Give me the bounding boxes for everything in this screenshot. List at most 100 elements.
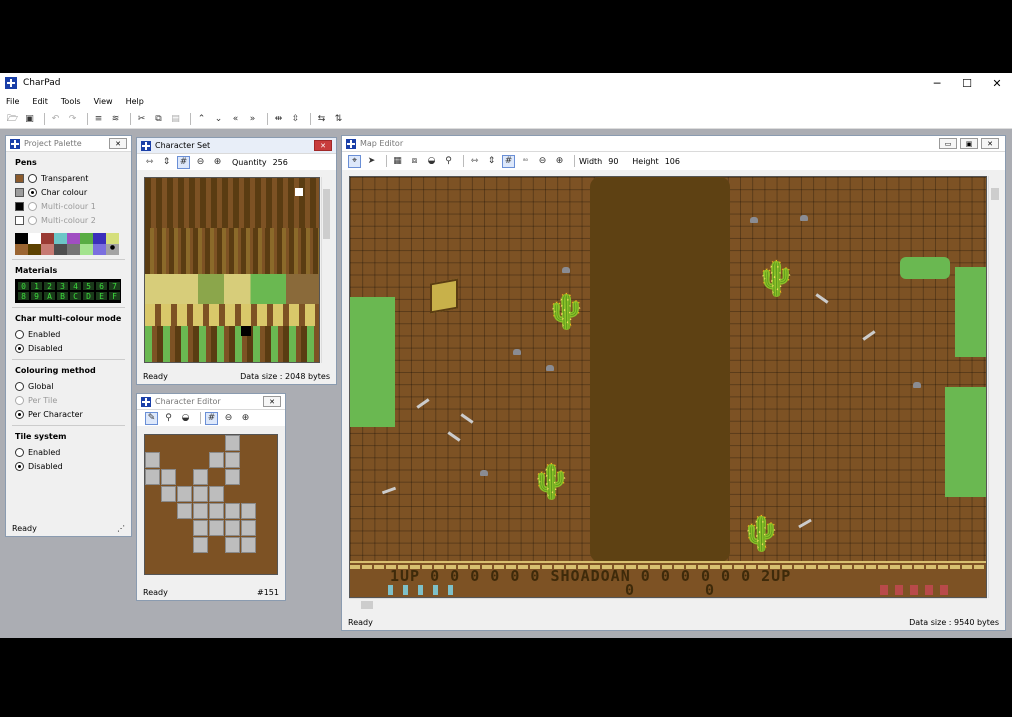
char-pixel[interactable] [209,520,224,536]
radio-button[interactable] [15,409,24,419]
material-cell[interactable]: C [69,291,82,301]
char-pixel[interactable] [161,486,176,502]
radio-button[interactable] [15,447,24,457]
palette-swatch[interactable] [28,233,41,244]
radio-button[interactable] [15,329,24,339]
colouring-per-character-radio[interactable]: Per Character [6,407,131,421]
palette-swatch[interactable] [15,233,28,244]
char-pixel[interactable] [209,486,224,502]
map-editor-minimize-button[interactable]: ▭ [939,138,957,149]
char-pixel[interactable] [145,452,160,468]
zoom-out-icon[interactable]: ⊖ [536,155,549,168]
menu-tools[interactable]: Tools [61,97,81,106]
palette-swatch[interactable] [54,244,67,255]
char-pixel[interactable] [193,486,208,502]
colouring-global-radio[interactable]: Global [6,379,131,393]
grid-icon[interactable]: # [502,154,515,168]
multicolour-enabled-radio[interactable]: Enabled [6,327,131,341]
character-set-scrollbar[interactable] [321,177,331,363]
material-cell[interactable]: 9 [30,291,43,301]
resize-grip-icon[interactable]: ⋰ [117,524,125,533]
radio-button[interactable] [15,381,24,391]
flip-vertical-icon[interactable]: ⇳ [289,112,302,125]
material-cell[interactable]: F [108,291,121,301]
quantity-value[interactable]: 256 [273,158,288,167]
radio-button[interactable] [28,173,37,183]
swap-horizontal-icon[interactable]: ⇆ [315,112,328,125]
char-pixel[interactable] [209,503,224,519]
colouring-per-tile-radio[interactable]: Per Tile [6,393,131,407]
map-editor-restore-button[interactable]: ▣ [960,138,978,149]
tile-disabled-radio[interactable]: Disabled [6,459,131,473]
pencil-icon[interactable]: ✎ [145,411,158,425]
material-cell[interactable]: 0 [17,281,30,291]
char-pixel[interactable] [193,520,208,536]
material-cell[interactable]: 1 [30,281,43,291]
fill-icon[interactable]: ◒ [179,412,192,425]
char-pixel[interactable] [177,503,192,519]
char-pixel[interactable] [225,503,240,519]
palette-swatch[interactable] [41,233,54,244]
crosshair-icon[interactable]: ⌖ [348,154,361,168]
char-pixel[interactable] [241,537,256,553]
flip-h-icon[interactable]: ⇿ [143,156,156,169]
zigzag-icon[interactable]: ≋ [109,112,122,125]
radio-button[interactable] [28,215,37,225]
char-pixel[interactable] [209,452,224,468]
fill-icon[interactable]: ◒ [425,155,438,168]
character-set-canvas[interactable] [144,177,320,363]
redo-icon[interactable]: ↷ [66,112,79,125]
zoom-in-icon[interactable]: ⊕ [211,156,224,169]
pen-swatch[interactable] [15,201,24,211]
character-set-titlebar[interactable]: Character Set ✕ [137,138,336,154]
material-cell[interactable]: 7 [108,281,121,291]
char-pixel[interactable] [225,469,240,485]
material-cell[interactable]: B [56,291,69,301]
map-horizontal-scrollbar[interactable] [349,598,987,610]
paste-icon[interactable]: ▤ [169,112,182,125]
char-pixel[interactable] [225,520,240,536]
pen-swatch[interactable] [15,187,24,197]
palette-swatch[interactable] [106,233,119,244]
char-pixel[interactable] [193,503,208,519]
palette-swatch[interactable] [93,233,106,244]
map-canvas[interactable]: 🌵 🌵 🌵 🌵 1UP 0 0 0 0 0 0 SHOADOAN 0 0 0 0… [349,176,987,598]
zoom-out-icon[interactable]: ⊖ [194,156,207,169]
pen-swatch[interactable] [15,173,24,183]
menu-view[interactable]: View [94,97,113,106]
eyedropper-icon[interactable]: ⚲ [442,155,455,168]
pick-icon[interactable]: ⧈ [408,155,421,168]
radio-button[interactable] [28,187,37,197]
palette-swatch[interactable] [41,244,54,255]
palette-swatch[interactable] [67,233,80,244]
save-icon[interactable]: ▣ [23,112,36,125]
character-set-close-button[interactable]: ✕ [314,140,332,151]
map-editor-close-button[interactable]: ✕ [981,138,999,149]
close-button[interactable]: ✕ [982,73,1012,93]
move-down-icon[interactable]: ⌄ [212,112,225,125]
radio-button[interactable] [28,201,37,211]
pen-row[interactable]: Char colour [6,185,131,199]
palette-swatch[interactable] [54,233,67,244]
char-pixel[interactable] [161,469,176,485]
zoom-in-icon[interactable]: ⊕ [553,155,566,168]
material-cell[interactable]: 2 [43,281,56,291]
flip-h-icon[interactable]: ⇿ [468,155,481,168]
char-pixel[interactable] [225,435,240,451]
character-editor-titlebar[interactable]: Character Editor ✕ [137,394,285,410]
char-pixel[interactable] [193,469,208,485]
char-pixel[interactable] [225,537,240,553]
palette-swatch[interactable] [80,244,93,255]
eyedropper-icon[interactable]: ⚲ [162,412,175,425]
character-editor-close-button[interactable]: ✕ [263,396,281,407]
material-cell[interactable]: D [82,291,95,301]
swap-vertical-icon[interactable]: ⇅ [332,112,345,125]
menu-file[interactable]: File [6,97,19,106]
menu-help[interactable]: Help [126,97,144,106]
char-pixel[interactable] [193,537,208,553]
pen-row[interactable]: Transparent [6,171,131,185]
palette-swatch[interactable]: ● [106,244,119,255]
char-pixel[interactable] [177,486,192,502]
menu-edit[interactable]: Edit [32,97,48,106]
height-value[interactable]: 106 [665,157,680,166]
